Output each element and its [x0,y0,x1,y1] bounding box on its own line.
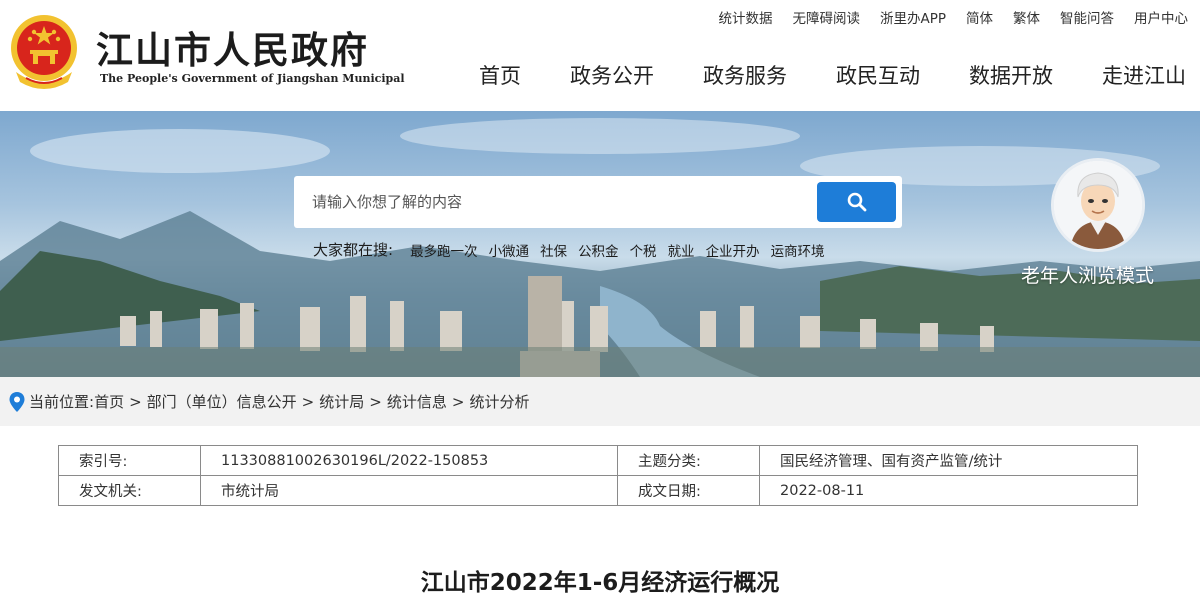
search-button[interactable] [817,182,896,222]
article-title: 江山市2022年1-6月经济运行概况 [420,570,780,593]
top-link-stats-data[interactable]: 统计数据 [718,7,772,27]
hot-search-label: 大家都在搜: [313,241,394,259]
search-icon [847,192,867,212]
hot-search-item[interactable]: 就业 [668,240,695,260]
top-link-traditional[interactable]: 繁体 [1013,7,1040,27]
hot-search-item[interactable]: 企业开办 [706,240,760,260]
elder-mode-label[interactable]: 老年人浏览模式 [1021,261,1154,288]
top-link-user-center[interactable]: 用户中心 [1134,7,1188,27]
top-link-zheliban-app[interactable]: 浙里办APP [880,7,946,27]
breadcrumb-separator: > [369,392,382,411]
nav-home[interactable]: 首页 [479,60,521,90]
meta-issuer-label: 发文机关: [58,475,201,506]
meta-index-label: 索引号: [58,445,201,476]
location-pin-icon [9,391,25,412]
meta-issuer-value: 市统计局 [200,475,618,506]
nav-about-jiangshan[interactable]: 走进江山 [1102,60,1186,90]
meta-topic-value: 国民经济管理、国有资产监管/统计 [759,445,1138,476]
hot-search-bar: 大家都在搜: 最多跑一次 小微通 社保 公积金 个税 就业 企业开办 运商环境 [313,239,825,260]
breadcrumb-item-stats-analysis[interactable]: 统计分析 [469,391,529,412]
breadcrumb-prefix: 当前位置: [29,393,95,411]
site-title-english: The People's Government of Jiangshan Mun… [100,72,405,85]
breadcrumb-item-home[interactable]: 首页 [94,391,124,412]
top-link-accessibility[interactable]: 无障碍阅读 [792,7,860,27]
breadcrumb: 当前位置: 首页 > 部门（单位）信息公开 > 统计局 > 统计信息 > 统计分… [0,377,1200,426]
main-nav: 首页 政务公开 政务服务 政民互动 数据开放 走进江山 [430,60,1186,90]
meta-topic-label: 主题分类: [617,445,760,476]
nav-government-affairs-open[interactable]: 政务公开 [570,60,654,90]
meta-date-value: 2022-08-11 [759,475,1138,506]
top-utility-links: 统计数据 无障碍阅读 浙里办APP 简体 繁体 智能问答 用户中心 [698,7,1188,27]
hero-banner: 大家都在搜: 最多跑一次 小微通 社保 公积金 个税 就业 企业开办 运商环境 … [0,111,1200,377]
breadcrumb-item-stats-info[interactable]: 统计信息 [387,391,447,412]
meta-date-label: 成文日期: [617,475,760,506]
table-row: 发文机关: 市统计局 成文日期: 2022-08-11 [58,475,1138,506]
hot-search-item[interactable]: 社保 [540,240,567,260]
table-row: 索引号: 11330881002630196L/2022-150853 主题分类… [58,445,1138,476]
breadcrumb-separator: > [301,392,315,411]
national-emblem-icon[interactable] [8,10,80,90]
hot-search-item[interactable]: 公积金 [578,240,619,260]
breadcrumb-separator: > [451,392,465,411]
hot-search-item[interactable]: 个税 [630,240,657,260]
breadcrumb-separator: > [129,392,142,411]
breadcrumb-item-dept-info[interactable]: 部门（单位）信息公开 [147,391,297,412]
nav-government-services[interactable]: 政务服务 [703,60,787,90]
search-box [294,176,902,228]
hot-search-item[interactable]: 运商环境 [771,240,825,260]
meta-index-value: 11330881002630196L/2022-150853 [200,445,618,476]
nav-interaction[interactable]: 政民互动 [836,60,920,90]
elder-person-icon [1054,161,1142,249]
top-link-simplified[interactable]: 简体 [966,7,993,27]
elder-mode-avatar[interactable] [1051,158,1145,252]
site-title[interactable]: 江山市人民政府 [96,20,369,74]
breadcrumb-item-stats-bureau[interactable]: 统计局 [319,391,364,412]
top-link-smart-qa[interactable]: 智能问答 [1060,7,1114,27]
nav-open-data[interactable]: 数据开放 [969,60,1053,90]
hot-search-item[interactable]: 小微通 [489,240,530,260]
hot-search-item[interactable]: 最多跑一次 [410,240,478,260]
site-header: 江山市人民政府 The People's Government of Jiang… [0,0,1200,111]
document-meta-table: 索引号: 11330881002630196L/2022-150853 主题分类… [58,445,1138,506]
search-input[interactable] [294,176,814,228]
